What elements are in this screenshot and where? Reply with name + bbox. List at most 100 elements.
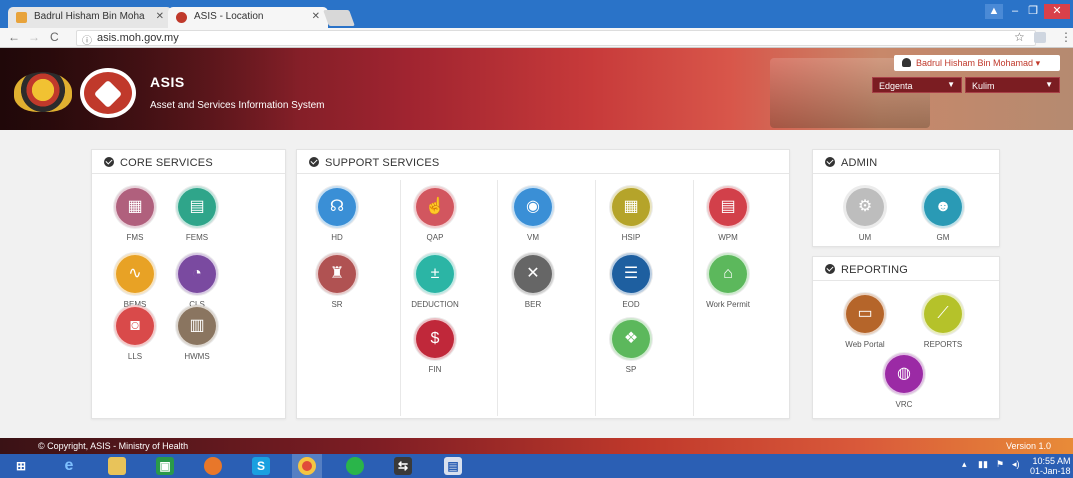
globe-icon[interactable]: ◍ xyxy=(883,353,925,395)
service-tile-hwms[interactable]: ▥ HWMS xyxy=(154,305,240,361)
bookmark-star-icon[interactable]: ☆ xyxy=(1014,30,1025,44)
copyright-text: © Copyright, ASIS - Ministry of Health xyxy=(38,441,189,451)
service-tile-label: SR xyxy=(331,300,343,309)
service-tile-um[interactable]: ⚙ UM xyxy=(822,186,908,242)
malaysia-crest-logo xyxy=(14,72,72,112)
system-clock[interactable]: 10:55 AM 01-Jan-18 xyxy=(1030,456,1071,476)
volume-icon[interactable]: ◂) xyxy=(1012,459,1020,470)
version-text: Version 1.0 xyxy=(1005,441,1051,451)
location-select[interactable]: Kulim ▼ xyxy=(965,77,1060,93)
spray-icon[interactable]: ♜ xyxy=(316,253,358,295)
service-tile-work-permit[interactable]: ⌂ Work Permit xyxy=(685,253,771,309)
tray-chevron-up-icon[interactable]: ▴ xyxy=(962,459,967,470)
building-icon[interactable]: ▦ xyxy=(114,186,156,228)
web-portal-icon[interactable]: ▭ xyxy=(844,293,886,335)
service-tile-vrc[interactable]: ◍ VRC xyxy=(861,353,947,409)
chevron-down-icon: ▾ xyxy=(1035,58,1041,68)
file-explorer-icon[interactable] xyxy=(108,457,126,475)
line-chart-icon[interactable]: ⟋ xyxy=(922,293,964,335)
tools-icon[interactable]: ✕ xyxy=(512,253,554,295)
panel-header: ADMIN xyxy=(813,150,999,174)
skype-icon[interactable]: S xyxy=(252,457,270,475)
plus-minus-icon[interactable]: ± xyxy=(414,253,456,295)
user-menu-button[interactable]: Badrul Hisham Bin Mohamad ▾ xyxy=(894,55,1060,71)
handshake-icon[interactable]: ❖ xyxy=(610,318,652,360)
back-arrow-icon[interactable]: ← xyxy=(8,30,20,44)
browser-menu-icon[interactable]: ⋮ xyxy=(1060,30,1072,44)
reload-icon[interactable]: C xyxy=(50,30,59,44)
restore-icon[interactable]: ❐ xyxy=(1026,4,1040,19)
remote-desktop-icon[interactable]: ⇆ xyxy=(394,457,412,475)
database-gear-icon[interactable]: ☰ xyxy=(610,253,652,295)
app-title: ASIS xyxy=(150,74,185,90)
internet-explorer-icon[interactable]: e xyxy=(60,457,78,475)
check-circle-icon xyxy=(825,157,835,167)
clipboard-icon[interactable]: ▤ xyxy=(707,186,749,228)
dollar-icon[interactable]: $ xyxy=(414,318,456,360)
url-text: asis.moh.gov.my xyxy=(97,32,179,44)
clock-date: 01-Jan-18 xyxy=(1030,466,1071,476)
info-icon[interactable]: ⓘ xyxy=(82,32,92,47)
extension-icon[interactable] xyxy=(1034,32,1046,43)
money-stack-icon[interactable]: ◉ xyxy=(512,186,554,228)
gear-icon[interactable]: ⚙ xyxy=(844,186,886,228)
service-tile-eod[interactable]: ☰ EOD xyxy=(588,253,674,309)
service-tile-qap[interactable]: ☝ QAP xyxy=(392,186,478,242)
service-tile-cls[interactable]: ◔CLS xyxy=(154,253,240,309)
tab-asis-location[interactable]: ASIS - Location ✕ xyxy=(168,7,328,28)
service-tile-label: QAP xyxy=(426,233,444,242)
profile-switch-icon[interactable]: ▲ xyxy=(985,4,1003,19)
service-tile-hd[interactable]: ☊ HD xyxy=(294,186,380,242)
hospital-building-icon[interactable]: ▤ xyxy=(176,186,218,228)
windows-start-icon[interactable]: ⊞ xyxy=(12,457,30,475)
document-viewer-icon[interactable]: ▤ xyxy=(444,457,462,475)
waste-bin-icon[interactable]: ▥ xyxy=(176,305,218,347)
service-tile-web-portal[interactable]: ▭ Web Portal xyxy=(822,293,908,349)
panel-title: ADMIN xyxy=(841,157,878,169)
service-tile-sr[interactable]: ♜ SR xyxy=(294,253,380,309)
heartbeat-icon[interactable]: ∿ xyxy=(114,253,156,295)
close-window-icon[interactable]: ✕ xyxy=(1044,4,1070,19)
chevron-down-icon: ▼ xyxy=(947,80,955,89)
thumbs-up-icon[interactable]: ☝ xyxy=(414,186,456,228)
users-icon[interactable]: ☻ xyxy=(922,186,964,228)
service-tile-fin[interactable]: $ FIN xyxy=(392,318,478,374)
headset-icon[interactable]: ☊ xyxy=(316,186,358,228)
service-tile-deduction[interactable]: ± DEDUCTION xyxy=(392,253,478,309)
close-tab-icon[interactable]: ✕ xyxy=(312,11,320,22)
service-tile-hsip[interactable]: ▦ HSIP xyxy=(588,186,674,242)
minimize-icon[interactable]: – xyxy=(1008,4,1022,19)
permit-icon[interactable]: ⌂ xyxy=(707,253,749,295)
reporting-panel: REPORTING ▭ Web Portal ⟋ REPORTS ◍ VRC xyxy=(812,256,1000,419)
flag-icon[interactable]: ⚑ xyxy=(996,459,1004,470)
service-tile-gm[interactable]: ☻ GM xyxy=(900,186,986,242)
tab-badrul[interactable]: Badrul Hisham Bin Moha ✕ xyxy=(8,7,172,28)
service-tile-label: GM xyxy=(936,233,950,242)
store-icon[interactable]: ▣ xyxy=(156,457,174,475)
service-tile-label: FEMS xyxy=(185,233,209,242)
close-tab-icon[interactable]: ✕ xyxy=(156,11,164,22)
service-tile-label: UM xyxy=(858,233,872,242)
whatsapp-icon[interactable] xyxy=(346,457,364,475)
service-tile-ber[interactable]: ✕ BER xyxy=(490,253,576,309)
company-select[interactable]: Edgenta ▼ xyxy=(872,77,962,93)
url-input[interactable]: ⓘ asis.moh.gov.my xyxy=(76,30,1036,47)
service-tile-wpm[interactable]: ▤ WPM xyxy=(685,186,771,242)
asis-favicon-icon xyxy=(176,12,187,23)
vacuum-icon[interactable]: ◔ xyxy=(176,253,218,295)
profile-favicon-icon xyxy=(16,12,27,23)
location-select-value: Kulim xyxy=(972,81,995,91)
washing-machine-icon[interactable]: ◙ xyxy=(114,305,156,347)
service-tile-vm[interactable]: ◉ VM xyxy=(490,186,576,242)
chrome-icon[interactable] xyxy=(298,457,316,475)
firefox-icon[interactable] xyxy=(204,457,222,475)
service-tile-label: VRC xyxy=(895,400,913,409)
service-tile-fems[interactable]: ▤ FEMS xyxy=(154,186,240,242)
service-tile-reports[interactable]: ⟋ REPORTS xyxy=(900,293,986,349)
service-tile-sp[interactable]: ❖ SP xyxy=(588,318,674,374)
check-circle-icon xyxy=(309,157,319,167)
network-icon[interactable]: ▮▮ xyxy=(978,459,988,470)
forward-arrow-icon[interactable]: → xyxy=(28,30,40,44)
hospital-icon[interactable]: ▦ xyxy=(610,186,652,228)
new-tab-button[interactable] xyxy=(323,10,355,26)
